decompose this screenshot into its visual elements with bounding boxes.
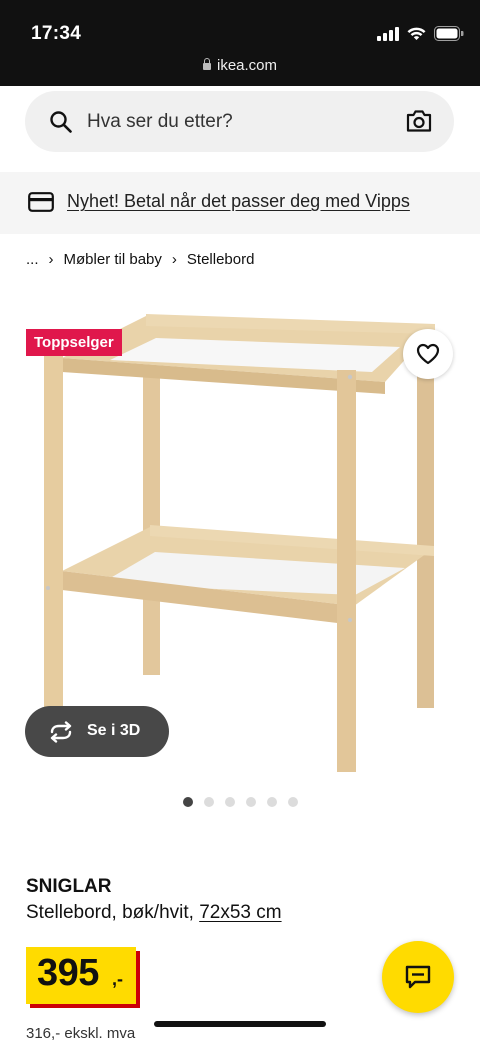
breadcrumb-item-baby-furniture[interactable]: Møbler til baby: [64, 251, 162, 268]
heart-icon: [416, 343, 440, 365]
card-icon: [28, 192, 54, 212]
breadcrumb-ellipsis[interactable]: ...: [26, 251, 39, 268]
carousel-dot[interactable]: [246, 797, 256, 807]
view-in-3d-button[interactable]: Se i 3D: [25, 706, 169, 757]
chevron-right-icon: ›: [171, 251, 177, 268]
price-excl-vat: 316,- ekskl. mva: [26, 1025, 136, 1042]
product-dimensions-link[interactable]: 72x53 cm: [199, 902, 281, 923]
breadcrumb: ... › Møbler til baby › Stellebord: [26, 251, 254, 268]
camera-icon[interactable]: [406, 109, 432, 133]
image-carousel-indicator: [183, 797, 298, 807]
chat-icon: [405, 965, 431, 989]
carousel-dot[interactable]: [204, 797, 214, 807]
home-indicator[interactable]: [154, 1021, 326, 1027]
product-type: Stellebord, bøk/hvit,: [26, 902, 200, 923]
top-seller-badge: Toppselger: [26, 329, 122, 356]
status-icons: [377, 26, 464, 41]
search-icon: [50, 111, 72, 133]
url-text: ikea.com: [216, 57, 278, 74]
rotate-3d-icon: [50, 721, 72, 743]
status-time: 17:34: [31, 23, 82, 44]
chat-button[interactable]: [382, 941, 454, 1013]
product-name: SNIGLAR: [26, 876, 112, 897]
chevron-right-icon: ›: [48, 251, 54, 268]
carousel-dot[interactable]: [288, 797, 298, 807]
breadcrumb-item-changing-table[interactable]: Stellebord: [187, 251, 255, 268]
carousel-dot[interactable]: [225, 797, 235, 807]
price-amount: 395: [37, 952, 99, 994]
promo-link[interactable]: Nyhet! Betal når det passer deg med Vipp…: [67, 191, 410, 212]
lock-icon: [202, 58, 211, 70]
signal-icon: [377, 26, 399, 41]
price-suffix: ,-: [112, 969, 123, 989]
carousel-dot[interactable]: [183, 797, 193, 807]
promo-banner[interactable]: Nyhet! Betal når det passer deg med Vipp…: [0, 172, 480, 234]
battery-icon: [434, 26, 464, 41]
view-in-3d-label: Se i 3D: [87, 722, 141, 739]
wifi-icon: [407, 27, 426, 40]
carousel-dot[interactable]: [267, 797, 277, 807]
url-bar[interactable]: ikea.com: [0, 57, 480, 74]
search-input[interactable]: Hva ser du etter?: [87, 111, 233, 133]
status-bar: 17:34 ikea.com: [0, 0, 480, 86]
favorite-button[interactable]: [403, 329, 453, 379]
product-description: Stellebord, bøk/hvit, 72x53 cm: [26, 902, 282, 924]
search-bar[interactable]: Hva ser du etter?: [25, 91, 454, 152]
price-tag: 395 ,-: [26, 947, 136, 1004]
